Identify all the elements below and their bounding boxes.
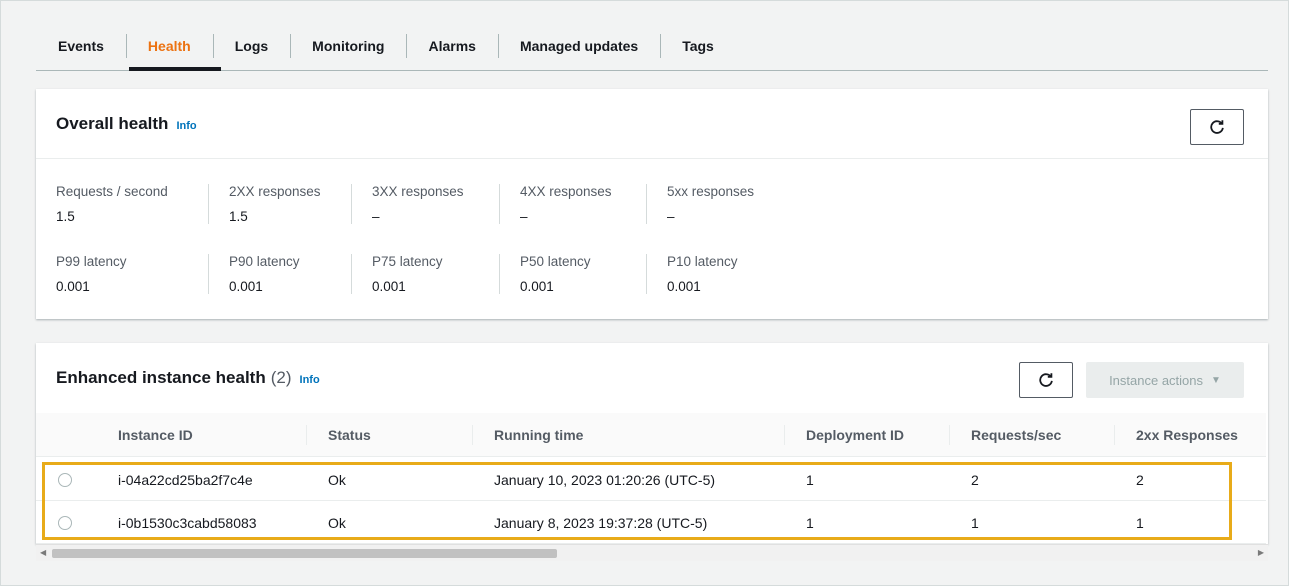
metric-p50-latency: P50 latency 0.001 <box>499 254 649 294</box>
caret-down-icon: ▼ <box>1211 374 1221 386</box>
enhanced-health-panel: Enhanced instance health (2) Info Instan… <box>36 343 1268 544</box>
instance-actions-label: Instance actions <box>1109 372 1204 388</box>
row-select-radio[interactable] <box>58 516 72 530</box>
metric-5xx-responses: 5xx responses – <box>646 184 796 224</box>
tab-health[interactable]: Health <box>125 21 213 71</box>
scrollbar-thumb[interactable] <box>52 549 557 558</box>
enhanced-health-info-link[interactable]: Info <box>300 374 320 386</box>
tab-managed-updates[interactable]: Managed updates <box>497 21 660 71</box>
overall-health-panel: Overall health Info Requests / second 1.… <box>36 89 1268 319</box>
instance-actions-dropdown[interactable]: Instance actions ▼ <box>1086 362 1244 398</box>
table-horizontal-scrollbar[interactable]: ◀ ▶ <box>36 544 1268 561</box>
col-2xx-responses[interactable]: 2xx Responses <box>1114 413 1238 457</box>
cell-deployment-id: 1 <box>806 471 814 488</box>
enhanced-refresh-button[interactable] <box>1019 362 1073 398</box>
enhanced-health-header: Enhanced instance health (2) Info <box>36 343 1268 413</box>
metric-3xx-responses: 3XX responses – <box>351 184 501 224</box>
cell-deployment-id: 1 <box>806 514 814 531</box>
metric-p10-latency: P10 latency 0.001 <box>646 254 796 294</box>
cell-running-time: January 10, 2023 01:20:26 (UTC-5) <box>494 471 716 488</box>
table-header: Instance ID Status Running time Deployme… <box>36 413 1266 457</box>
col-deployment-id[interactable]: Deployment ID <box>783 413 904 457</box>
refresh-icon <box>1210 120 1224 134</box>
active-tab-indicator <box>129 67 221 71</box>
cell-2xx-responses: 1 <box>1136 514 1144 531</box>
tab-tags[interactable]: Tags <box>660 21 736 71</box>
overall-health-header: Overall health Info <box>36 89 1268 159</box>
tab-alarms[interactable]: Alarms <box>406 21 497 71</box>
cell-requests-sec: 1 <box>971 514 979 531</box>
tab-monitoring[interactable]: Monitoring <box>290 21 406 71</box>
metric-p75-latency: P75 latency 0.001 <box>351 254 501 294</box>
col-instance-id[interactable]: Instance ID <box>118 413 193 457</box>
overall-health-title: Overall health <box>56 113 169 133</box>
refresh-icon <box>1039 373 1053 387</box>
table-row[interactable]: i-04a22cd25ba2f7c4e Ok January 10, 2023 … <box>36 458 1266 501</box>
metric-4xx-responses: 4XX responses – <box>499 184 649 224</box>
metric-p99-latency: P99 latency 0.001 <box>56 254 127 294</box>
metric-requests-per-second: Requests / second 1.5 <box>56 184 168 224</box>
enhanced-health-title: Enhanced instance health <box>56 368 266 387</box>
overall-health-info-link[interactable]: Info <box>176 120 196 132</box>
cell-instance-id: i-04a22cd25ba2f7c4e <box>118 471 253 488</box>
cell-2xx-responses: 2 <box>1136 471 1144 488</box>
col-status[interactable]: Status <box>306 413 371 457</box>
cell-requests-sec: 2 <box>971 471 979 488</box>
metric-p90-latency: P90 latency 0.001 <box>208 254 358 294</box>
overall-refresh-button[interactable] <box>1190 109 1244 145</box>
col-requests-sec[interactable]: Requests/sec <box>948 413 1061 457</box>
cell-instance-id: i-0b1530c3cabd58083 <box>118 514 257 531</box>
cell-status: Ok <box>328 471 346 488</box>
cell-running-time: January 8, 2023 19:37:28 (UTC-5) <box>494 514 708 531</box>
instance-count: (2) <box>270 368 292 387</box>
scroll-left-icon[interactable]: ◀ <box>40 548 46 557</box>
col-running-time[interactable]: Running time <box>471 413 583 457</box>
scroll-right-icon[interactable]: ▶ <box>1258 548 1264 557</box>
health-page: Events Health Logs Monitoring Alarms Man… <box>0 0 1289 586</box>
tab-logs[interactable]: Logs <box>212 21 290 71</box>
cell-status: Ok <box>328 514 346 531</box>
table-row[interactable]: i-0b1530c3cabd58083 Ok January 8, 2023 1… <box>36 501 1266 544</box>
tab-events[interactable]: Events <box>36 21 126 71</box>
metric-2xx-responses: 2XX responses 1.5 <box>208 184 358 224</box>
tab-bar: Events Health Logs Monitoring Alarms Man… <box>36 21 1268 71</box>
row-select-radio[interactable] <box>58 473 72 487</box>
